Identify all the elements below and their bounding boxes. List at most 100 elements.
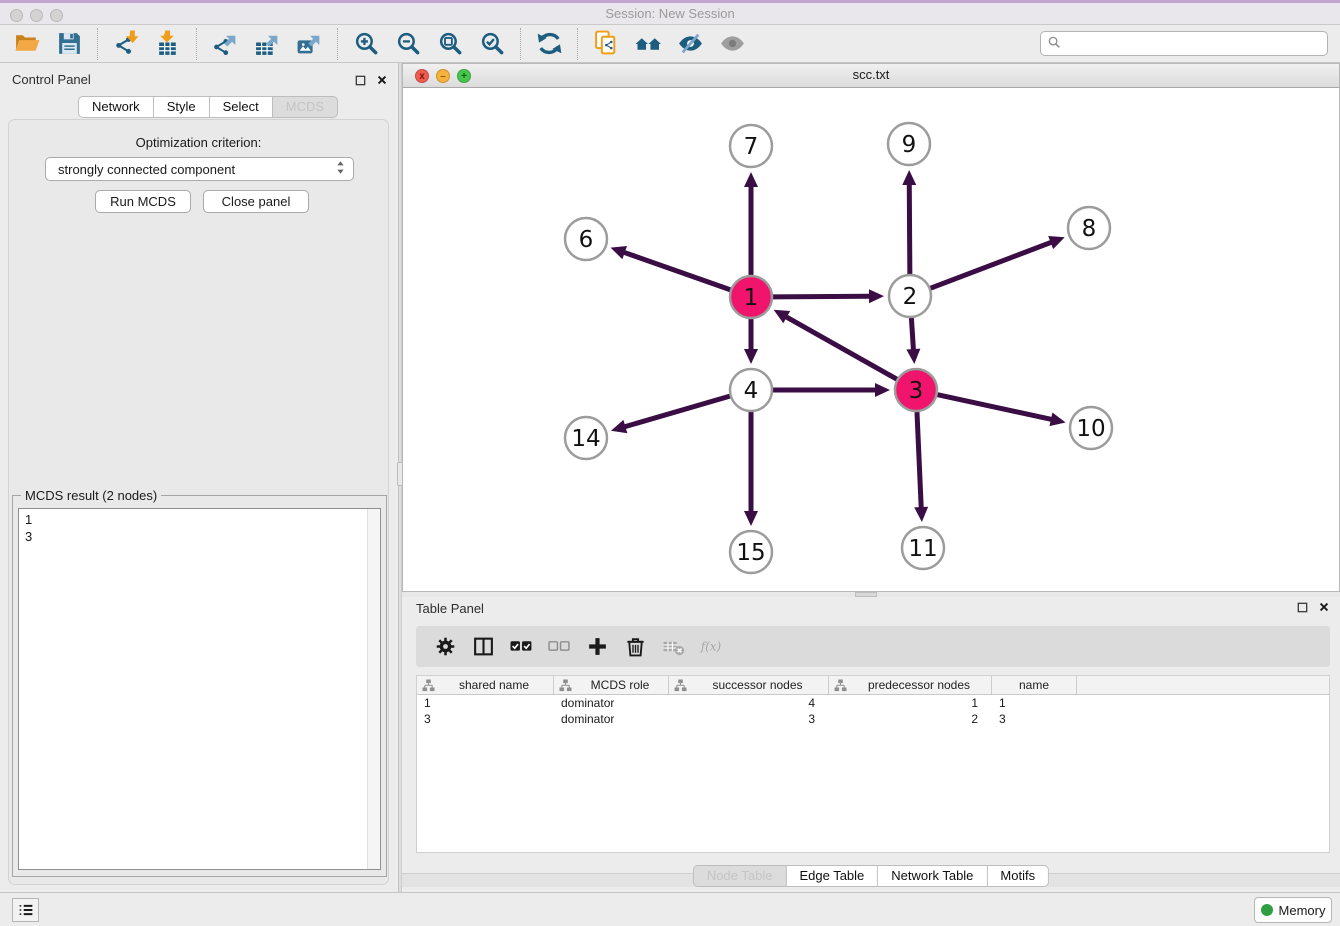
graph-node-11[interactable]: 11	[902, 527, 944, 569]
create-column-icon[interactable]	[578, 630, 616, 664]
edge-3-11[interactable]	[914, 412, 928, 522]
refresh-layout-icon[interactable]	[528, 27, 570, 61]
select-all-columns-icon[interactable]	[502, 630, 540, 664]
float-panel-icon[interactable]	[352, 72, 368, 88]
network-window-zoom-button[interactable]: +	[457, 69, 471, 83]
save-session-icon[interactable]	[48, 27, 90, 61]
graph-node-8[interactable]: 8	[1068, 207, 1110, 249]
result-scrollbar[interactable]	[367, 509, 380, 869]
edge-4-15[interactable]	[744, 412, 758, 526]
open-file-icon[interactable]	[6, 27, 48, 61]
table-row[interactable]: 3dominator323	[417, 711, 1329, 727]
tab-network[interactable]: Network	[78, 96, 154, 118]
graph-node-6[interactable]: 6	[565, 218, 607, 260]
graph-node-7[interactable]: 7	[730, 125, 772, 167]
column-header-successor-nodes[interactable]: successor nodes	[669, 676, 829, 694]
optimization-criterion-select[interactable]: strongly connected component	[45, 157, 354, 181]
run-mcds-button[interactable]: Run MCDS	[95, 190, 191, 213]
window-zoom-button[interactable]	[50, 9, 63, 22]
edge-1-6[interactable]	[611, 246, 731, 290]
svg-text:f(x): f(x)	[700, 640, 721, 654]
edge-2-8[interactable]	[931, 236, 1065, 288]
edge-1-7[interactable]	[744, 172, 758, 275]
tab-style[interactable]: Style	[154, 96, 210, 118]
edge-1-4[interactable]	[744, 319, 758, 364]
export-network-icon[interactable]	[204, 27, 246, 61]
column-header-shared-name[interactable]: shared name	[417, 676, 554, 694]
hide-selected-icon[interactable]	[669, 27, 711, 61]
network-window-minimize-button[interactable]: –	[436, 69, 450, 83]
mcds-result-title: MCDS result (2 nodes)	[21, 488, 161, 503]
cell-shared-name[interactable]: 3	[417, 711, 554, 727]
status-bar: Memory	[0, 892, 1340, 926]
float-table-panel-icon[interactable]	[1294, 599, 1310, 615]
zoom-selected-icon[interactable]	[471, 27, 513, 61]
import-network-icon[interactable]	[105, 27, 147, 61]
table-row[interactable]: 1dominator411	[417, 695, 1329, 711]
zoom-in-icon[interactable]	[345, 27, 387, 61]
cell-shared-name[interactable]: 1	[417, 695, 554, 711]
import-table-icon[interactable]	[147, 27, 189, 61]
tab-network-table[interactable]: Network Table	[878, 865, 987, 887]
graph-node-1[interactable]: 1	[730, 276, 772, 318]
close-panel-button[interactable]: Close panel	[203, 190, 309, 213]
table-toolbar: f(x)	[416, 626, 1330, 667]
unselect-all-columns-icon[interactable]	[540, 630, 578, 664]
new-network-from-selection-icon[interactable]	[585, 27, 627, 61]
close-table-panel-icon[interactable]	[1316, 599, 1332, 615]
graph-node-14[interactable]: 14	[565, 417, 607, 459]
table-options-gear-icon[interactable]	[426, 630, 464, 664]
network-window-title: scc.txt	[403, 64, 1339, 86]
tab-edge-table[interactable]: Edge Table	[786, 865, 878, 887]
mcds-panel: Optimization criterion: strongly connect…	[8, 119, 389, 885]
column-header-name[interactable]: name	[992, 676, 1077, 694]
cell-MCDS-role[interactable]: dominator	[554, 695, 669, 711]
network-canvas[interactable]: 7 9 6 8 1 2 4 3 14 10 15 11	[403, 88, 1339, 591]
graph-node-4[interactable]: 4	[730, 369, 772, 411]
show-columns-icon[interactable]	[464, 630, 502, 664]
graph-node-10[interactable]: 10	[1070, 407, 1112, 449]
window-close-button[interactable]	[10, 9, 23, 22]
mcds-result-textarea[interactable]: 13	[18, 508, 381, 870]
graph-node-3[interactable]: 3	[895, 369, 937, 411]
tab-mcds[interactable]: MCDS	[273, 96, 338, 118]
search-input[interactable]	[1062, 34, 1321, 54]
graph-node-2[interactable]: 2	[889, 275, 931, 317]
edge-3-10[interactable]	[937, 395, 1065, 426]
zoom-out-icon[interactable]	[387, 27, 429, 61]
search-icon	[1047, 35, 1062, 53]
delete-columns-icon[interactable]	[616, 630, 654, 664]
cell-predecessor-nodes[interactable]: 2	[829, 711, 992, 727]
edge-2-9[interactable]	[902, 170, 916, 274]
export-table-icon[interactable]	[246, 27, 288, 61]
first-neighbors-icon[interactable]	[627, 27, 669, 61]
zoom-fit-icon[interactable]	[429, 27, 471, 61]
window-minimize-button[interactable]	[30, 9, 43, 22]
edge-1-2[interactable]	[773, 289, 884, 303]
column-header-predecessor-nodes[interactable]: predecessor nodes	[829, 676, 992, 694]
cell-name[interactable]: 3	[992, 711, 1077, 727]
cell-MCDS-role[interactable]: dominator	[554, 711, 669, 727]
graph-node-15[interactable]: 15	[730, 531, 772, 573]
network-window-titlebar: x–+ scc.txt	[403, 64, 1339, 88]
close-panel-icon[interactable]	[374, 72, 390, 88]
graph-node-9[interactable]: 9	[888, 123, 930, 165]
cell-name[interactable]: 1	[992, 695, 1077, 711]
edge-3-1[interactable]	[774, 310, 897, 379]
export-image-icon[interactable]	[288, 27, 330, 61]
cell-predecessor-nodes[interactable]: 1	[829, 695, 992, 711]
column-header-label: name	[992, 678, 1076, 692]
network-window-close-button[interactable]: x	[415, 69, 429, 83]
tab-motifs[interactable]: Motifs	[987, 865, 1049, 887]
tab-node-table[interactable]: Node Table	[693, 865, 787, 887]
task-history-button[interactable]	[12, 898, 39, 922]
edge-2-3[interactable]	[906, 318, 920, 364]
tab-select[interactable]: Select	[210, 96, 273, 118]
edge-4-3[interactable]	[773, 383, 890, 397]
svg-text:7: 7	[744, 134, 759, 160]
cell-successor-nodes[interactable]: 3	[669, 711, 829, 727]
edge-4-14[interactable]	[611, 396, 730, 433]
cell-successor-nodes[interactable]: 4	[669, 695, 829, 711]
column-header-MCDS-role[interactable]: MCDS role	[554, 676, 669, 694]
memory-button[interactable]: Memory	[1254, 897, 1332, 923]
